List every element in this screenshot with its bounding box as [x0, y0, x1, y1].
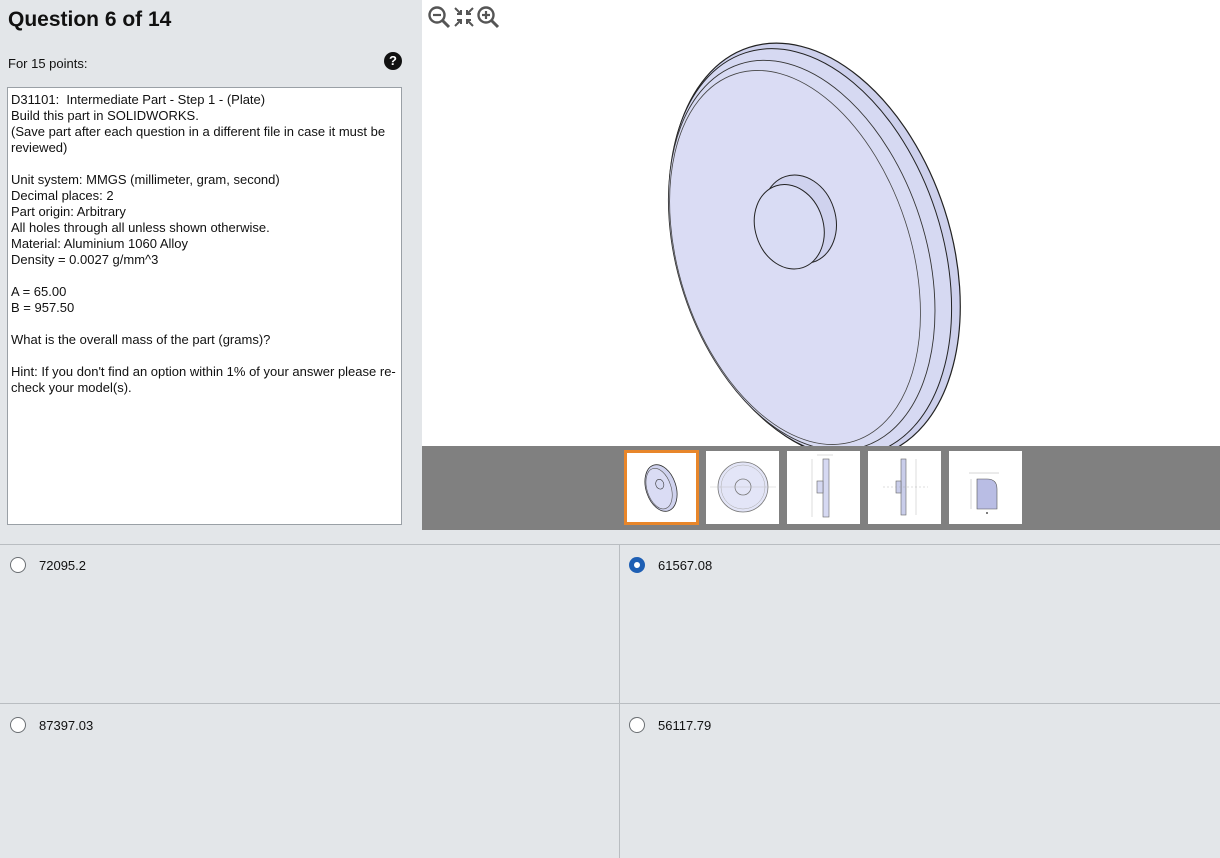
thumbnail-side[interactable]: [787, 451, 860, 524]
answer-option-4[interactable]: 56117.79: [629, 715, 711, 735]
answer-option-label: 72095.2: [39, 557, 86, 573]
answer-option-1[interactable]: 72095.2: [10, 555, 86, 575]
radio-button-selected[interactable]: [629, 557, 645, 573]
answer-option-2[interactable]: 61567.08: [629, 555, 712, 575]
answer-divider-vertical: [619, 545, 620, 858]
front-view-thumb-icon: [710, 461, 776, 513]
points-label: For 15 points:: [8, 56, 88, 71]
answer-option-3[interactable]: 87397.03: [10, 715, 93, 735]
section-view-thumb-icon: [883, 458, 928, 516]
zoom-in-icon[interactable]: [476, 5, 500, 29]
fit-to-window-icon[interactable]: [452, 5, 476, 29]
side-view-thumb-icon: [811, 454, 833, 518]
question-panel: Question 6 of 14 For 15 points: ? D31101…: [0, 0, 412, 530]
answer-option-label: 87397.03: [39, 717, 94, 733]
isometric-thumb-icon: [644, 464, 678, 512]
thumbnail-strip: [422, 446, 1220, 530]
thumbnail-detail[interactable]: [949, 451, 1022, 524]
answer-option-label: 56117.79: [658, 717, 712, 733]
answer-option-label: 61567.08: [658, 557, 713, 573]
detail-view-thumb-icon: [969, 472, 999, 514]
question-text: D31101: Intermediate Part - Step 1 - (Pl…: [7, 87, 402, 525]
image-viewer: [422, 0, 1220, 446]
help-icon[interactable]: ?: [384, 52, 402, 70]
answer-options: 72095.2 61567.08 87397.03 56117.79: [0, 544, 1220, 858]
radio-button[interactable]: [10, 557, 26, 573]
radio-button[interactable]: [629, 717, 645, 733]
question-title: Question 6 of 14: [8, 8, 172, 31]
radio-button[interactable]: [10, 717, 26, 733]
part-image: [667, 42, 961, 446]
thumbnail-section[interactable]: [868, 451, 941, 524]
zoom-out-icon[interactable]: [427, 5, 451, 29]
thumbnail-isometric[interactable]: [624, 450, 699, 525]
answer-divider-horizontal: [0, 703, 1220, 704]
thumbnail-front[interactable]: [706, 451, 779, 524]
